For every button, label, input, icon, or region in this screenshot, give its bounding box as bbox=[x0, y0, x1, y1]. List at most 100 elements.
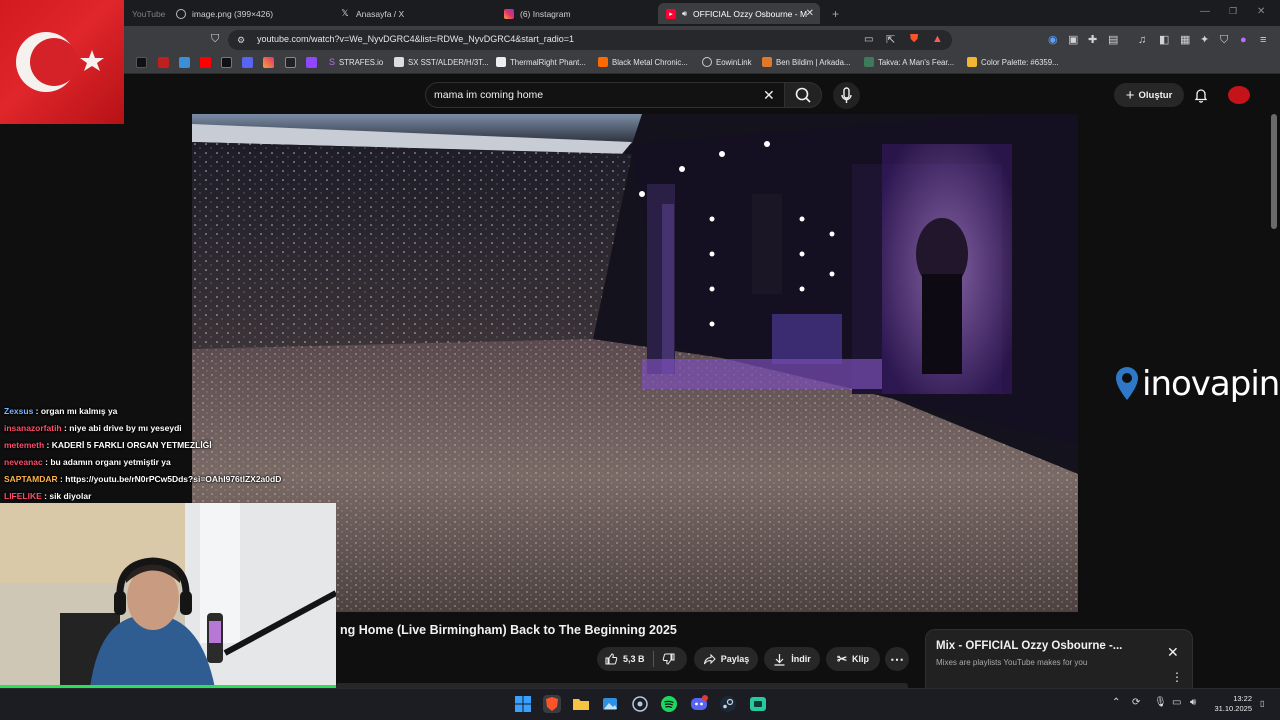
taskbar-app[interactable] bbox=[631, 695, 649, 713]
bookmark-thermalright[interactable]: ThermalRight Phant... bbox=[496, 57, 586, 67]
search-button[interactable] bbox=[784, 82, 822, 108]
tab-label: YouTube bbox=[132, 8, 166, 19]
network-icon[interactable]: ▭ bbox=[1172, 697, 1181, 708]
blogger-icon bbox=[598, 57, 608, 67]
minimize-icon[interactable]: — bbox=[1200, 6, 1210, 17]
site-settings-icon[interactable]: ⚙ bbox=[237, 34, 245, 46]
chat-message: LIFELIKE : sik diyolar bbox=[4, 491, 92, 501]
tab-x[interactable]: 𝕏 Anasayfa / X bbox=[332, 3, 492, 24]
wallet-icon[interactable]: ◉ bbox=[1048, 34, 1058, 46]
bookmark-label: Color Palette: #6359... bbox=[981, 57, 1059, 67]
chat-user: metemeth bbox=[4, 440, 45, 450]
x-bookmark-icon[interactable] bbox=[221, 57, 232, 68]
wallet2-icon[interactable]: ▦ bbox=[1180, 34, 1190, 46]
bookmark-sx[interactable]: SX SST/ALDER/H/3T... bbox=[394, 57, 489, 67]
discord-bookmark-icon[interactable] bbox=[242, 57, 253, 68]
create-button[interactable]: + Oluştur bbox=[1114, 83, 1184, 107]
share-button[interactable]: Paylaş bbox=[694, 647, 758, 671]
download-icon bbox=[774, 653, 785, 666]
mic-tray-icon[interactable]: 🎙︎ bbox=[1154, 697, 1167, 708]
network-app-icon bbox=[632, 696, 648, 712]
download-button[interactable]: İndir bbox=[764, 647, 820, 671]
notification-center-icon[interactable]: ▯ bbox=[1260, 699, 1264, 708]
dislike-button[interactable] bbox=[662, 652, 676, 671]
sidebar-icon[interactable]: ◧ bbox=[1159, 34, 1169, 46]
bookmark-eowinlink[interactable]: EowinLink bbox=[702, 57, 752, 67]
leo-icon[interactable]: ✦ bbox=[1200, 34, 1209, 46]
create-label: Oluştur bbox=[1138, 89, 1173, 101]
volume-icon[interactable]: 🔊︎ bbox=[1190, 697, 1196, 708]
twitch-bookmark-icon[interactable] bbox=[306, 57, 317, 68]
share-icon bbox=[703, 653, 716, 664]
tray-overflow-icon[interactable]: ⌃ bbox=[1112, 697, 1120, 708]
youtube-bookmark-icon[interactable] bbox=[200, 57, 211, 68]
tab-image[interactable]: image.png (399×426) bbox=[168, 3, 328, 24]
avatar[interactable] bbox=[1228, 86, 1250, 104]
search-input[interactable]: mama im coming home bbox=[434, 89, 543, 101]
taskbar-photos[interactable] bbox=[601, 695, 619, 713]
close-tab-icon[interactable]: ✕ bbox=[806, 8, 814, 19]
bookmark-ben-bildim[interactable]: Ben Bildim | Arkada... bbox=[762, 57, 850, 67]
notifications-button[interactable] bbox=[1193, 87, 1209, 106]
mix-more-icon[interactable]: ⋮ bbox=[1171, 671, 1183, 683]
share-label: Paylaş bbox=[720, 654, 750, 664]
bookmark-takva[interactable]: Takva: A Man's Fear... bbox=[864, 57, 954, 67]
taskbar-brave[interactable] bbox=[543, 695, 561, 713]
bookmark-black-metal[interactable]: Black Metal Chronic... bbox=[598, 57, 688, 67]
bell-icon bbox=[1194, 89, 1208, 103]
clear-search-icon[interactable]: ✕ bbox=[763, 87, 775, 104]
chat-text: organ mı kalmış ya bbox=[40, 406, 118, 416]
cast-icon[interactable]: ▭ bbox=[864, 34, 873, 46]
microphone-icon bbox=[841, 87, 852, 103]
chat-text: sik diyolar bbox=[49, 491, 92, 501]
kick-bookmark-icon[interactable] bbox=[285, 57, 296, 68]
tiktok-icon[interactable] bbox=[136, 57, 147, 68]
close-window-icon[interactable]: ✕ bbox=[1257, 6, 1265, 17]
bookmark-label: SX SST/ALDER/H/3T... bbox=[408, 57, 489, 67]
media-icon[interactable]: ▣ bbox=[1068, 34, 1078, 46]
palette-icon bbox=[967, 57, 977, 67]
taskbar-steam[interactable] bbox=[719, 695, 737, 713]
vpn-icon[interactable]: ⛉ bbox=[1220, 34, 1228, 46]
tab-active-youtube[interactable]: ▸ 🔊︎ OFFICIAL Ozzy Osbourne - M ✕ bbox=[658, 3, 820, 24]
screenshot-icon[interactable]: ▤ bbox=[1108, 34, 1118, 46]
tab-label: (6) Instagram bbox=[520, 8, 571, 19]
taskbar-terminal[interactable] bbox=[749, 695, 767, 713]
taskbar-explorer[interactable] bbox=[572, 695, 590, 713]
more-actions-button[interactable]: ⋯ bbox=[885, 647, 909, 671]
chat-message: neveanac : bu adamın organı yetmiştir ya bbox=[4, 457, 171, 467]
bookmark-label: ThermalRight Phant... bbox=[510, 57, 586, 67]
tab-youtube[interactable]: YouTube bbox=[124, 3, 168, 24]
page-scrollbar[interactable] bbox=[1271, 114, 1277, 229]
bookmark-strafes[interactable]: S STRAFES.io bbox=[329, 57, 383, 67]
share-page-icon[interactable]: ⇱ bbox=[886, 34, 895, 46]
voice-search-button[interactable] bbox=[833, 82, 860, 109]
maximize-icon[interactable]: ❐ bbox=[1229, 6, 1237, 17]
sync-icon[interactable]: ⟳ bbox=[1132, 697, 1140, 708]
bookmark-red-icon[interactable] bbox=[158, 57, 169, 68]
music-icon[interactable]: ♫ bbox=[1138, 34, 1146, 46]
brave-rewards-icon[interactable]: ▲ bbox=[932, 33, 943, 45]
instagram-bookmark-icon[interactable] bbox=[263, 57, 274, 68]
steam-icon bbox=[720, 696, 736, 712]
taskbar-spotify[interactable] bbox=[660, 695, 678, 713]
tab-instagram[interactable]: (6) Instagram bbox=[496, 3, 656, 24]
system-clock[interactable]: 13:22 31.10.2025 bbox=[1210, 694, 1252, 714]
start-button[interactable] bbox=[514, 695, 532, 713]
mix-title: Mix - OFFICIAL Ozzy Osbourne -... bbox=[936, 640, 1123, 652]
more-horizontal-icon: ⋯ bbox=[890, 651, 904, 667]
brave-icon bbox=[546, 697, 558, 711]
close-mix-icon[interactable]: ✕ bbox=[1167, 644, 1179, 661]
profile-icon[interactable]: ● bbox=[1240, 34, 1247, 46]
bookmark-label: STRAFES.io bbox=[339, 57, 384, 67]
search-icon bbox=[795, 87, 811, 103]
new-tab-button[interactable]: + bbox=[824, 3, 844, 24]
extensions-icon[interactable]: ✚ bbox=[1088, 34, 1097, 46]
taskbar-discord[interactable] bbox=[690, 695, 708, 713]
bookmark-icon[interactable]: ⛉ bbox=[211, 33, 219, 45]
clip-button[interactable]: ✂ Klip bbox=[826, 647, 880, 671]
menu-icon[interactable]: ≡ bbox=[1260, 34, 1266, 46]
bookmark-color-palette[interactable]: Color Palette: #6359... bbox=[967, 57, 1059, 67]
brave-shield-icon[interactable]: ⛊ bbox=[910, 33, 918, 45]
bookmark-l-icon[interactable] bbox=[179, 57, 190, 68]
